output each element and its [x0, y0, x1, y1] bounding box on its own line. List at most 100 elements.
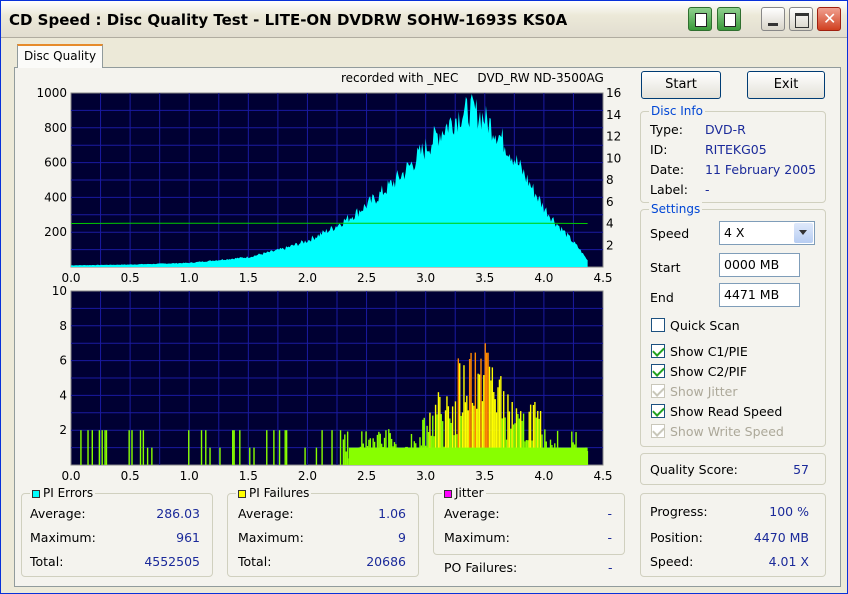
show-read-speed-checkbox[interactable] — [651, 404, 665, 418]
pi-failures-total-label: Total: — [238, 554, 272, 569]
y2-tick-label: 8 — [606, 173, 614, 187]
x-tick-label: 0.0 — [61, 469, 80, 483]
pi-errors-group: PI Errors Average: 286.03 Maximum: 961 T… — [21, 486, 213, 577]
y-tick-label: 400 — [44, 190, 67, 204]
close-button[interactable]: ✕ — [817, 7, 841, 31]
pi-failures-swatch — [238, 490, 246, 498]
pi-failures-total: 20686 — [366, 554, 406, 569]
y2-tick-label: 12 — [606, 130, 621, 144]
settings-group: Settings Speed 4 X Start 0000 MB End 447… — [640, 202, 826, 447]
y-tick-label: 2 — [59, 423, 67, 437]
jitter-group: Jitter Average: - Maximum: - — [433, 486, 625, 555]
position-value: 4470 MB — [753, 530, 809, 545]
settings-title: Settings — [649, 202, 703, 216]
pi-errors-swatch — [32, 490, 40, 498]
pi-errors-maximum: 961 — [176, 530, 200, 545]
jitter-maximum: - — [607, 530, 612, 545]
start-field[interactable]: 0000 MB — [719, 253, 800, 277]
x-tick-label: 3.5 — [475, 469, 494, 483]
y-tick-label: 10 — [52, 284, 67, 298]
pi-failures-maximum-label: Maximum: — [238, 530, 304, 545]
speed-readout-label: Speed: — [650, 554, 694, 569]
disc-info-title: Disc Info — [649, 104, 705, 118]
jitter-average-label: Average: — [444, 506, 500, 521]
chevron-down-icon[interactable] — [794, 223, 813, 243]
jitter-title: Jitter — [455, 486, 484, 500]
pi-errors-total-label: Total: — [30, 554, 64, 569]
disc-info-group: Disc Info Type: DVD-R ID: RITEKG05 Date:… — [640, 104, 826, 203]
show-c2-label[interactable]: Show C2/PIF — [670, 364, 747, 379]
pi-errors-average-label: Average: — [30, 506, 86, 521]
y-tick-label: 1000 — [36, 86, 67, 100]
close-icon: ✕ — [823, 9, 837, 28]
speed-select[interactable]: 4 X — [719, 221, 815, 245]
x-tick-label: 1.0 — [180, 469, 199, 483]
start-button[interactable]: Start — [641, 71, 721, 99]
pi-failures-maximum: 9 — [398, 530, 406, 545]
po-failures-label: PO Failures: — [444, 560, 518, 575]
y2-tick-label: 2 — [606, 238, 614, 252]
save-icon[interactable] — [717, 7, 741, 31]
disc-type-label: Type: — [650, 122, 683, 137]
y2-tick-label: 10 — [606, 151, 621, 165]
tab-disc-quality[interactable]: Disc Quality — [17, 44, 103, 68]
end-field[interactable]: 4471 MB — [719, 283, 800, 307]
maximize-button[interactable] — [789, 7, 813, 31]
pi-errors-chart: 0.0 0.5 1.0 1.5 2.0 2.5 3.0 3.5 4.0 4.52004006008… — [36, 86, 621, 285]
jitter-swatch — [444, 490, 452, 498]
disc-id-value: RITEKG05 — [705, 142, 767, 157]
quality-score-label: Quality Score: — [650, 462, 738, 477]
exit-button[interactable]: Exit — [747, 71, 825, 99]
app-window: CD Speed : Disc Quality Test - LITE-ON D… — [0, 0, 848, 594]
show-c2-checkbox[interactable] — [651, 364, 665, 378]
pi-failures-base — [348, 447, 588, 465]
disc-label-label: Label: — [650, 182, 688, 197]
quick-scan-label[interactable]: Quick Scan — [670, 318, 740, 333]
show-jitter-checkbox — [651, 384, 665, 398]
disc-type-value: DVD-R — [705, 122, 746, 137]
x-tick-label: 1.5 — [239, 469, 258, 483]
disc-id-label: ID: — [650, 142, 668, 157]
position-label: Position: — [650, 530, 703, 545]
window-title: CD Speed : Disc Quality Test - LITE-ON D… — [9, 11, 568, 29]
y2-tick-label: 14 — [606, 108, 621, 122]
pi-failures-average: 1.06 — [378, 506, 406, 521]
copy-icon[interactable] — [688, 7, 712, 31]
charts-area: recorded with _NEC DVD_RW ND-3500AG 0.0 0… — [21, 71, 631, 491]
disc-label-value: - — [705, 182, 710, 197]
minimize-button[interactable] — [761, 7, 785, 31]
pi-failures-chart: 0.0 0.5 1.0 1.5 2.0 2.5 3.0 3.5 4.0 4.5 2 4 6 8 10 — [52, 284, 613, 483]
x-tick-label: 0.5 — [121, 469, 140, 483]
x-tick-label: 3.0 — [416, 469, 435, 483]
y-tick-label: 4 — [59, 388, 67, 402]
quick-scan-checkbox[interactable] — [651, 318, 665, 332]
jitter-average: - — [607, 506, 612, 521]
show-read-speed-label[interactable]: Show Read Speed — [670, 404, 782, 419]
show-c1-label[interactable]: Show C1/PIE — [670, 344, 748, 359]
y2-tick-label: 16 — [606, 86, 621, 100]
y-tick-label: 600 — [44, 156, 67, 170]
y-tick-label: 200 — [44, 225, 67, 239]
disc-date-value: 11 February 2005 — [705, 162, 817, 177]
pi-failures-group: PI Failures Average: 1.06 Maximum: 9 Tot… — [227, 486, 419, 577]
title-bar[interactable]: CD Speed : Disc Quality Test - LITE-ON D… — [1, 1, 847, 38]
x-tick-label: 4.5 — [593, 469, 612, 483]
progress-label: Progress: — [650, 504, 708, 519]
pi-failures-average-label: Average: — [238, 506, 294, 521]
speed-label: Speed — [650, 226, 690, 241]
x-tick-label: 4.0 — [534, 469, 553, 483]
po-failures-value: - — [608, 560, 613, 575]
end-label: End — [650, 290, 674, 305]
pi-failures-title: PI Failures — [249, 486, 310, 500]
pi-errors-maximum-label: Maximum: — [30, 530, 96, 545]
show-write-speed-label: Show Write Speed — [670, 424, 784, 439]
speed-select-value: 4 X — [724, 225, 745, 240]
show-c1-checkbox[interactable] — [651, 344, 665, 358]
y-tick-label: 800 — [44, 121, 67, 135]
speed-readout-value: 4.01 X — [768, 554, 809, 569]
progress-value: 100 % — [769, 504, 809, 519]
pi-errors-total: 4552505 — [144, 554, 200, 569]
pi-errors-title: PI Errors — [43, 486, 94, 500]
y2-tick-label: 6 — [606, 195, 614, 209]
x-tick-label: 2.0 — [298, 469, 317, 483]
